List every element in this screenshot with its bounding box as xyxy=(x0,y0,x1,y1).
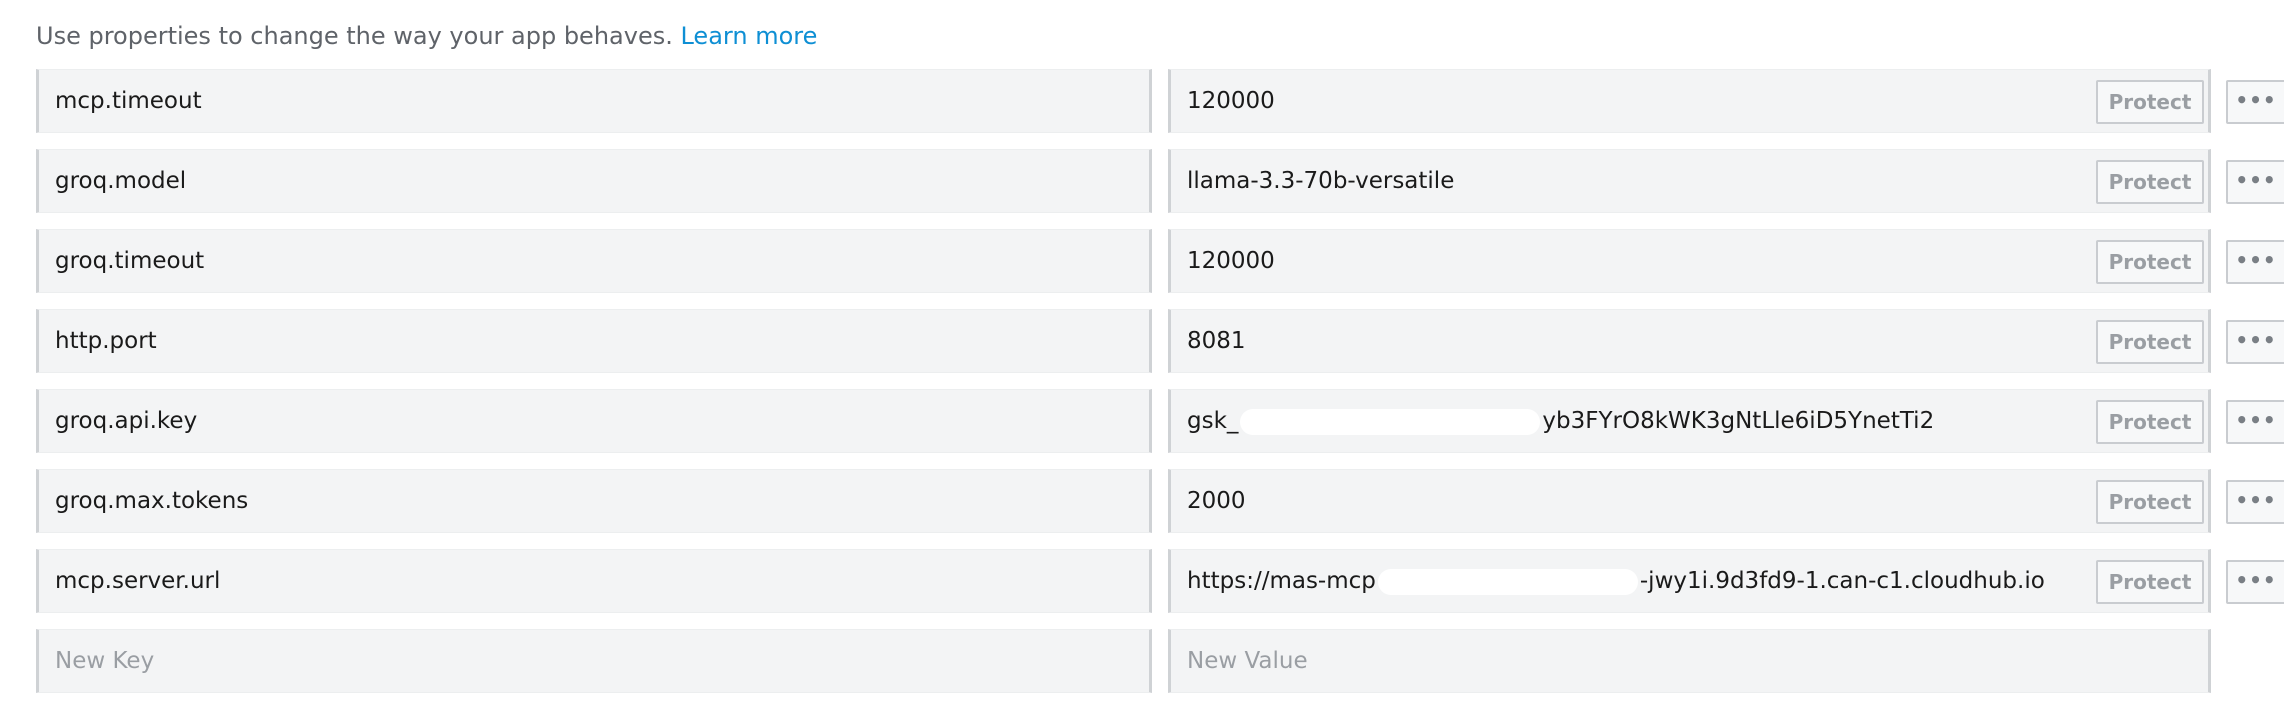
property-row: groq.api.key gsk_ yb3FYrO8kWK3gNtLle6iD5Y… xyxy=(36,389,2284,455)
value-visible-suffix: -jwy1i.9d3fd9-1.can-c1.cloudhub.io xyxy=(1639,568,2045,594)
property-row: groq.max.tokens 2000 Protect ••• xyxy=(36,469,2284,535)
property-row: groq.model llama-3.3-70b-versatile Prote… xyxy=(36,149,2284,215)
protect-button[interactable]: Protect xyxy=(2096,400,2204,444)
more-options-button[interactable]: ••• xyxy=(2226,480,2284,524)
properties-list: mcp.timeout 120000 Protect ••• groq.mode… xyxy=(36,69,2284,709)
property-row: mcp.timeout 120000 Protect ••• xyxy=(36,69,2284,135)
property-key-field[interactable]: groq.max.tokens xyxy=(36,469,1152,533)
more-options-button[interactable]: ••• xyxy=(2226,80,2284,124)
property-value-field[interactable]: gsk_ yb3FYrO8kWK3gNtLle6iD5YnetTi2 xyxy=(1168,389,2211,453)
more-options-button[interactable]: ••• xyxy=(2226,240,2284,284)
learn-more-link[interactable]: Learn more xyxy=(680,22,817,50)
property-value-field[interactable]: 120000 xyxy=(1168,69,2211,133)
property-key-field[interactable]: http.port xyxy=(36,309,1152,373)
value-visible-prefix: gsk_ xyxy=(1187,408,1239,434)
new-value-input[interactable]: New Value xyxy=(1168,629,2211,693)
value-visible-prefix: https://mas-mcp xyxy=(1187,568,1376,594)
property-value-field[interactable]: https://mas-mcp -jwy1i.9d3fd9-1.can-c1.cl… xyxy=(1168,549,2211,613)
new-key-input[interactable]: New Key xyxy=(36,629,1152,693)
property-key-field[interactable]: mcp.server.url xyxy=(36,549,1152,613)
property-value-field[interactable]: llama-3.3-70b-versatile xyxy=(1168,149,2211,213)
new-property-row: New Key New Value xyxy=(36,629,2284,695)
protect-button[interactable]: Protect xyxy=(2096,480,2204,524)
property-key-field[interactable]: mcp.timeout xyxy=(36,69,1152,133)
more-options-button[interactable]: ••• xyxy=(2226,560,2284,604)
redaction-mark xyxy=(1240,408,1541,435)
property-row: http.port 8081 Protect ••• xyxy=(36,309,2284,375)
value-visible-suffix: yb3FYrO8kWK3gNtLle6iD5YnetTi2 xyxy=(1542,408,1935,434)
more-options-button[interactable]: ••• xyxy=(2226,320,2284,364)
protect-button[interactable]: Protect xyxy=(2096,320,2204,364)
more-options-button[interactable]: ••• xyxy=(2226,160,2284,204)
property-value-field[interactable]: 8081 xyxy=(1168,309,2211,373)
protect-button[interactable]: Protect xyxy=(2096,80,2204,124)
property-key-field[interactable]: groq.model xyxy=(36,149,1152,213)
more-options-button[interactable]: ••• xyxy=(2226,400,2284,444)
property-row: groq.timeout 120000 Protect ••• xyxy=(36,229,2284,295)
intro-text: Use properties to change the way your ap… xyxy=(36,22,817,50)
protect-button[interactable]: Protect xyxy=(2096,560,2204,604)
property-value-field[interactable]: 2000 xyxy=(1168,469,2211,533)
intro-description: Use properties to change the way your ap… xyxy=(36,22,673,50)
property-key-field[interactable]: groq.timeout xyxy=(36,229,1152,293)
property-key-field[interactable]: groq.api.key xyxy=(36,389,1152,453)
protect-button[interactable]: Protect xyxy=(2096,240,2204,284)
property-value-field[interactable]: 120000 xyxy=(1168,229,2211,293)
protect-button[interactable]: Protect xyxy=(2096,160,2204,204)
redaction-mark xyxy=(1377,568,1638,595)
property-row: mcp.server.url https://mas-mcp -jwy1i.9d3… xyxy=(36,549,2284,615)
